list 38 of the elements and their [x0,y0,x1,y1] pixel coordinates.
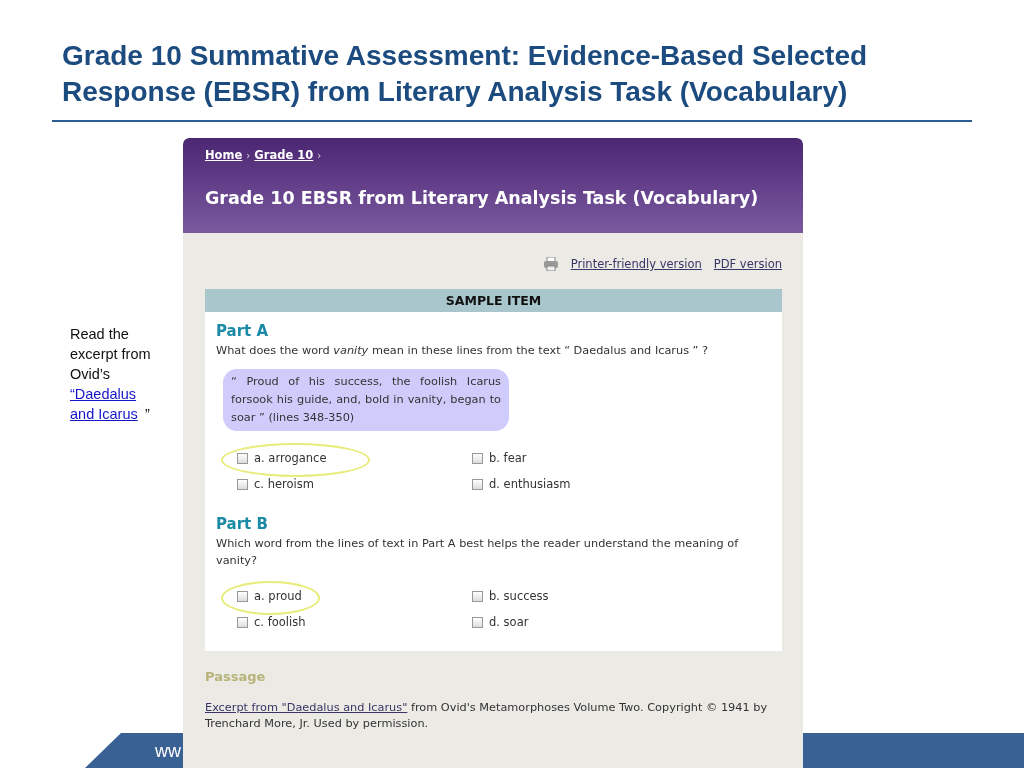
pdf-link[interactable]: PDF version [713,257,782,271]
answer-option[interactable]: c. heroism [237,477,472,491]
closing-quote: ” [145,406,150,422]
checkbox[interactable] [472,478,483,490]
question-text: Which word from the lines of text in Part A best helps the reader understand the meaning of vanity? [216,536,740,569]
quote-box: “ Proud of his success, the foolish Icarus forsook his guide, and, bold in vanity, began to soar ” (lines 348-350) [223,369,509,431]
checkbox[interactable] [472,590,483,602]
printer-friendly-link[interactable]: Printer-friendly version [570,257,702,271]
answer-option[interactable]: b. success [472,589,672,603]
breadcrumb-separator: › [317,149,322,161]
answer-option[interactable]: c. foolish [237,615,472,629]
slide-title: Grade 10 Summative Assessment: Evidence-Based Selected Response (EBSR) from Literary Analysis Task (Vocabulary) [61,39,869,109]
checkbox[interactable] [237,452,248,464]
passage-credit: Excerpt from "Daedalus and Icarus" from Ovid's Metamorphoses Volume Two. Copyright © 1941 by Trenchard More, Jr. Used by permission. [205,700,769,732]
part-heading: Part B [216,515,269,533]
checkbox[interactable] [237,590,248,602]
answer-option[interactable]: a. arrogance [237,451,472,465]
checkbox[interactable] [472,452,483,464]
excerpt-link[interactable]: Excerpt from "Daedalus and Icarus" [205,701,408,714]
answer-option[interactable]: b. fear [472,451,672,465]
checkbox[interactable] [472,616,483,628]
passage-heading: Passage [205,669,267,684]
footer-text: ww [155,741,181,762]
breadcrumb-link[interactable]: Grade 10 [254,148,314,162]
breadcrumb-link[interactable]: Home [205,148,243,162]
answer-option[interactable]: d. soar [472,615,672,629]
breadcrumb-separator: › [246,149,251,161]
answer-option[interactable]: d. enthusiasm [472,477,672,491]
part-heading: Part A [216,322,270,340]
answer-option[interactable]: a. proud [237,589,472,603]
checkbox[interactable] [237,478,248,490]
passage-link[interactable]: “Daedalus and Icarus [70,384,145,424]
printer-icon[interactable] [542,257,559,271]
question-text: What does the word vanity mean in these lines from the text “ Daedalus and Icarus ” ? [216,343,710,359]
checkbox[interactable] [237,616,248,628]
page-title: Grade 10 EBSR from Literary Analysis Task (Vocabulary) [205,187,759,210]
sample-item-header: SAMPLE ITEM [205,289,782,312]
side-note: Read the excerpt from Ovid’s [70,326,151,382]
